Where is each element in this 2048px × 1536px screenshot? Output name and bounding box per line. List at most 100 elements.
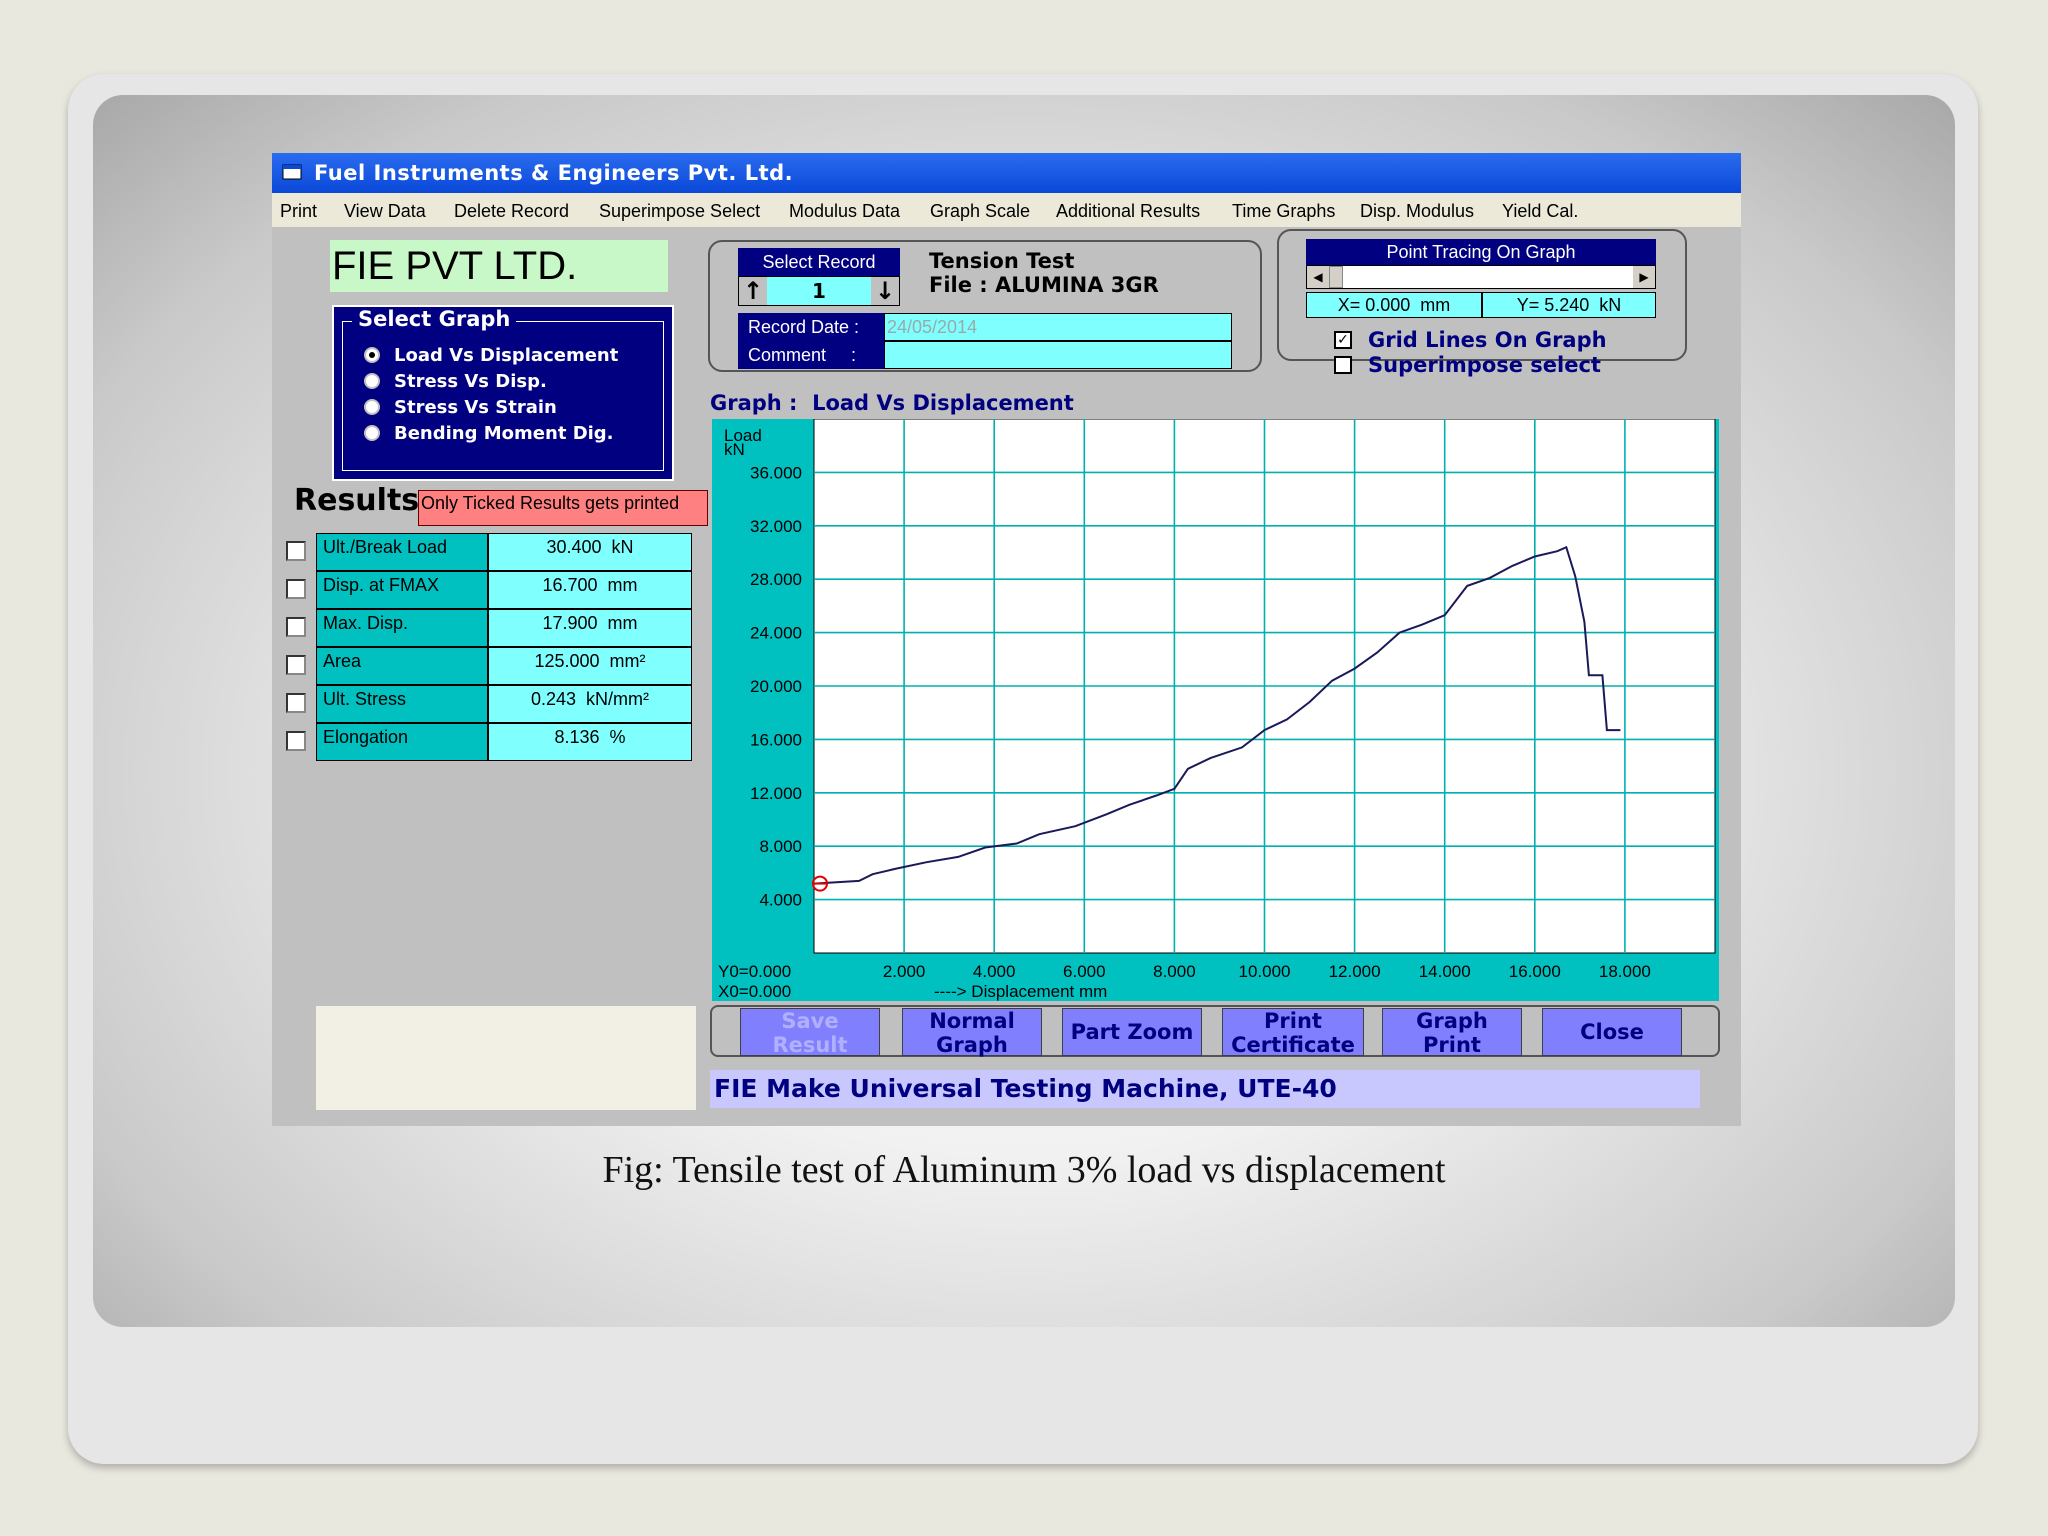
point-x-readout: X= 0.000 mm <box>1306 292 1482 318</box>
select-record-label: Select Record <box>738 248 900 276</box>
x-tick-label: 10.000 <box>1239 962 1291 981</box>
result-row-ult-stress: Ult. Stress 0.243 kN/mm² <box>286 685 710 723</box>
comment-label: Comment : <box>738 341 884 369</box>
arrow-up-icon[interactable]: ↑ <box>739 277 767 305</box>
radio-button[interactable] <box>364 425 380 441</box>
point-tracing-scrollbar[interactable]: ◀ ▶ <box>1306 265 1656 289</box>
results-print-note: Only Ticked Results gets printed <box>418 490 708 526</box>
menu-delete-record[interactable]: Delete Record <box>454 201 569 222</box>
arrow-down-icon[interactable]: ↓ <box>871 277 899 305</box>
comment-field[interactable] <box>884 341 1232 369</box>
scroll-thumb[interactable] <box>1329 266 1343 288</box>
record-date-label: Record Date : <box>738 313 884 341</box>
record-date-field[interactable]: 24/05/2014 <box>884 313 1232 341</box>
y-tick-label: 28.000 <box>750 570 802 589</box>
company-logo: FIE PVT LTD. <box>330 240 668 292</box>
normal-graph-button[interactable]: Normal Graph <box>902 1008 1042 1057</box>
application-window: Fuel Instruments & Engineers Pvt. Ltd. P… <box>272 153 1741 1126</box>
radio-button[interactable] <box>364 347 380 363</box>
x-tick-label: 16.000 <box>1509 962 1561 981</box>
result-row-max-disp: Max. Disp. 17.900 mm <box>286 609 710 647</box>
window-title: Fuel Instruments & Engineers Pvt. Ltd. <box>314 161 794 185</box>
title-bar[interactable]: Fuel Instruments & Engineers Pvt. Ltd. <box>272 153 1741 193</box>
radio-label: Load Vs Displacement <box>394 345 619 366</box>
y-tick-label: 20.000 <box>750 677 802 696</box>
select-graph-panel: Select Graph Load Vs Displacement Stress… <box>332 305 674 481</box>
result-row-elongation: Elongation 8.136 % <box>286 723 710 761</box>
result-checkbox[interactable] <box>286 579 306 599</box>
y-axis-unit: kN <box>724 440 745 459</box>
result-row-area: Area 125.000 mm² <box>286 647 710 685</box>
select-graph-frame <box>342 321 664 471</box>
result-label: Area <box>316 647 488 685</box>
save-result-button[interactable]: Save Result <box>740 1008 880 1057</box>
menu-view-data[interactable]: View Data <box>344 201 426 222</box>
x-tick-label: 8.000 <box>1153 962 1196 981</box>
radio-button[interactable] <box>364 373 380 389</box>
menu-additional-results[interactable]: Additional Results <box>1056 201 1200 222</box>
close-button[interactable]: Close <box>1542 1008 1682 1056</box>
menu-bar: Print View Data Delete Record Superimpos… <box>272 193 1741 227</box>
results-heading: Results <box>294 483 420 518</box>
result-checkbox[interactable] <box>286 541 306 561</box>
record-spinner[interactable]: ↑ 1 ↓ <box>738 276 900 306</box>
result-label: Ult./Break Load <box>316 533 488 571</box>
menu-yield-cal[interactable]: Yield Cal. <box>1502 201 1578 222</box>
radio-label: Stress Vs Disp. <box>394 371 547 392</box>
graph-print-button[interactable]: Graph Print <box>1382 1008 1522 1057</box>
x-tick-label: 6.000 <box>1063 962 1106 981</box>
menu-graph-scale[interactable]: Graph Scale <box>930 201 1030 222</box>
figure-caption: Fig: Tensile test of Aluminum 3% load vs… <box>602 1149 1446 1191</box>
x-tick-label: 18.000 <box>1599 962 1651 981</box>
y-tick-label: 32.000 <box>750 517 802 536</box>
menu-modulus-data[interactable]: Modulus Data <box>789 201 900 222</box>
test-type: Tension Test <box>929 249 1075 273</box>
menu-print[interactable]: Print <box>280 201 317 222</box>
y-tick-label: 12.000 <box>750 784 802 803</box>
result-value: 0.243 kN/mm² <box>488 685 692 723</box>
file-name: File : ALUMINA 3GR <box>929 273 1159 297</box>
part-zoom-button[interactable]: Part Zoom <box>1062 1008 1202 1056</box>
menu-disp-modulus[interactable]: Disp. Modulus <box>1360 201 1474 222</box>
result-checkbox[interactable] <box>286 731 306 751</box>
scroll-right-icon[interactable]: ▶ <box>1633 266 1655 288</box>
status-bar: FIE Make Universal Testing Machine, UTE-… <box>710 1070 1700 1108</box>
result-value: 30.400 kN <box>488 533 692 571</box>
result-label: Disp. at FMAX <box>316 571 488 609</box>
y-tick-label: 24.000 <box>750 624 802 643</box>
menu-time-graphs[interactable]: Time Graphs <box>1232 201 1335 222</box>
menu-superimpose-select[interactable]: Superimpose Select <box>599 201 760 222</box>
result-checkbox[interactable] <box>286 617 306 637</box>
result-label: Max. Disp. <box>316 609 488 647</box>
chart-area: 2.000 4.000 6.000 8.000 10.000 12.000 14.000 16… <box>712 419 1719 1001</box>
memo-box <box>316 1006 696 1110</box>
scroll-left-icon[interactable]: ◀ <box>1307 266 1329 288</box>
x-axis-label: ----> Displacement mm <box>934 982 1107 1001</box>
y-tick-label: 4.000 <box>759 891 802 910</box>
select-graph-title: Select Graph <box>352 307 517 331</box>
result-value: 125.000 mm² <box>488 647 692 685</box>
radio-label: Stress Vs Strain <box>394 397 557 418</box>
result-value: 16.700 mm <box>488 571 692 609</box>
radio-label: Bending Moment Dig. <box>394 423 614 444</box>
superimpose-checkbox[interactable] <box>1334 356 1352 374</box>
result-checkbox[interactable] <box>286 693 306 713</box>
result-label: Ult. Stress <box>316 685 488 723</box>
x-tick-label: 14.000 <box>1419 962 1471 981</box>
result-value: 8.136 % <box>488 723 692 761</box>
point-tracing-title: Point Tracing On Graph <box>1306 239 1656 265</box>
result-row-disp-at-fmax: Disp. at FMAX 16.700 mm <box>286 571 710 609</box>
radio-button[interactable] <box>364 399 380 415</box>
record-number[interactable]: 1 <box>767 277 871 305</box>
grid-lines-checkbox[interactable]: ✓ <box>1334 331 1352 349</box>
grid-lines-label: Grid Lines On Graph <box>1368 328 1607 352</box>
window-icon[interactable] <box>282 162 302 182</box>
load-displacement-chart: 2.000 4.000 6.000 8.000 10.000 12.000 14.000 16… <box>718 419 1716 1001</box>
result-checkbox[interactable] <box>286 655 306 675</box>
print-certificate-button[interactable]: Print Certificate <box>1222 1008 1364 1057</box>
result-value: 17.900 mm <box>488 609 692 647</box>
x-tick-label: 4.000 <box>973 962 1016 981</box>
y-tick-label: 8.000 <box>759 837 802 856</box>
y-tick-label: 36.000 <box>750 463 802 482</box>
result-label: Elongation <box>316 723 488 761</box>
